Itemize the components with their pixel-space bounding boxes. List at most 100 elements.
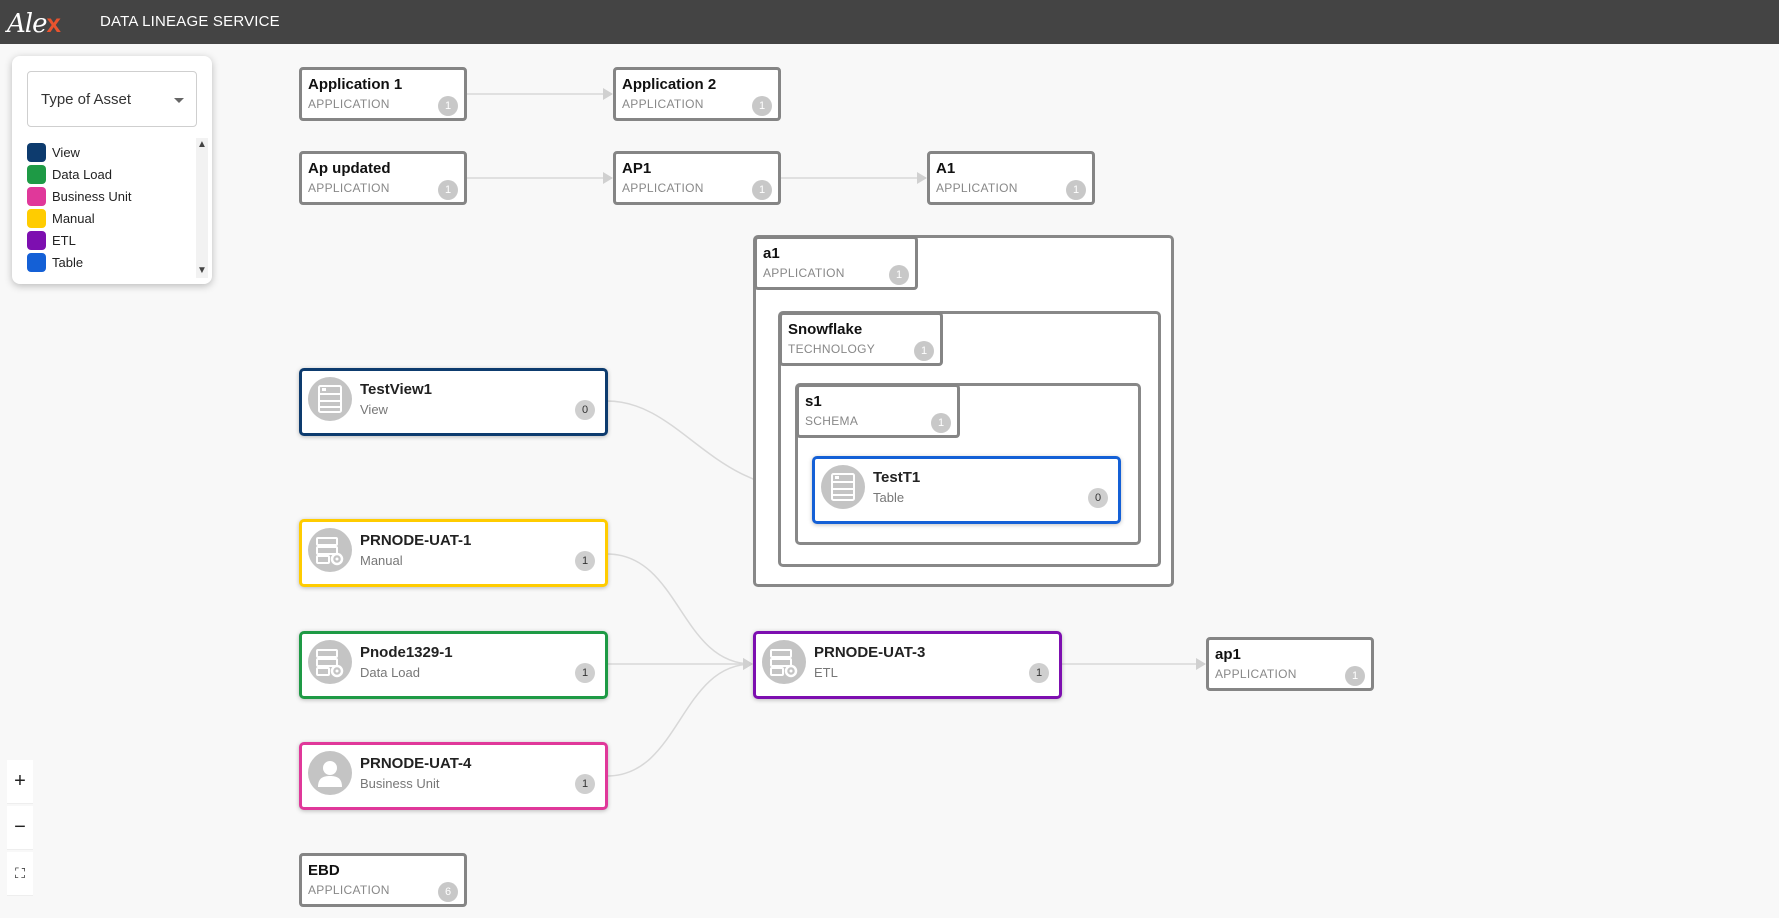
count-badge: 1 [752, 96, 772, 116]
legend-label: Manual [52, 211, 95, 226]
asset-title: PRNODE-UAT-4 [360, 755, 472, 772]
legend-item-manual[interactable]: Manual [27, 208, 187, 230]
server-gear-icon [762, 640, 806, 684]
legend-swatch [27, 187, 46, 206]
legend-label: View [52, 145, 80, 160]
legend-item-data-load[interactable]: Data Load [27, 164, 187, 186]
asset-title: PRNODE-UAT-1 [360, 532, 472, 549]
asset-prnode-uat-3[interactable]: PRNODE-UAT-3 ETL 1 [753, 631, 1062, 699]
legend-swatch [27, 231, 46, 250]
node-ebd[interactable]: EBD APPLICATION 6 [299, 853, 467, 907]
node-title: Application 2 [622, 76, 717, 93]
asset-type-legend: Type of Asset View Data Load Business Un… [12, 56, 212, 284]
asset-type: Business Unit [360, 776, 440, 791]
fit-screen-button[interactable]: ⛶ [7, 852, 33, 896]
node-type: APPLICATION [622, 97, 704, 111]
legend-label: Data Load [52, 167, 112, 182]
asset-prnode-uat-4[interactable]: PRNODE-UAT-4 Business Unit 1 [299, 742, 608, 810]
legend-list: View Data Load Business Unit Manual ETL … [27, 142, 187, 274]
app-title: DATA LINEAGE SERVICE [100, 13, 280, 30]
legend-label: ETL [52, 233, 76, 248]
legend-swatch [27, 165, 46, 184]
asset-title: Pnode1329-1 [360, 644, 453, 661]
node-title: a1 [763, 245, 780, 262]
legend-swatch [27, 253, 46, 272]
server-gear-icon [308, 640, 352, 684]
node-application-1[interactable]: Application 1 APPLICATION 1 [299, 67, 467, 121]
count-badge: 1 [438, 180, 458, 200]
count-badge: 1 [575, 774, 595, 794]
asset-type: Table [873, 490, 905, 505]
node-ap-updated[interactable]: Ap updated APPLICATION 1 [299, 151, 467, 205]
asset-testview1[interactable]: TestView1 View 0 [299, 368, 608, 436]
count-badge: 1 [889, 265, 909, 285]
node-title: EBD [308, 862, 340, 879]
node-AP1[interactable]: AP1 APPLICATION 1 [613, 151, 781, 205]
table-icon [821, 465, 865, 509]
asset-testt1[interactable]: TestT1 Table 0 [812, 456, 1121, 524]
asset-type: ETL [814, 665, 838, 680]
asset-title: PRNODE-UAT-3 [814, 644, 926, 661]
logo-text: Ale [7, 9, 47, 39]
asset-type: Data Load [360, 665, 420, 680]
zoom-controls: + − ⛶ [7, 760, 33, 902]
count-badge: 0 [575, 400, 595, 420]
node-title: ap1 [1215, 646, 1241, 663]
zoom-in-button[interactable]: + [7, 760, 33, 804]
chevron-up-icon[interactable]: ▲ [196, 138, 208, 152]
legend-label: Business Unit [52, 189, 132, 204]
legend-item-view[interactable]: View [27, 142, 187, 164]
node-ap1[interactable]: ap1 APPLICATION 1 [1206, 637, 1374, 691]
node-title: Application 1 [308, 76, 403, 93]
node-type: TECHNOLOGY [788, 342, 876, 356]
legend-label: Table [52, 255, 84, 270]
chevron-down-icon[interactable]: ▼ [196, 264, 208, 278]
legend-swatch [27, 209, 46, 228]
count-badge: 0 [1088, 488, 1108, 508]
asset-title: TestView1 [360, 381, 432, 398]
count-badge: 1 [1029, 663, 1049, 683]
asset-pnode1329-1[interactable]: Pnode1329-1 Data Load 1 [299, 631, 608, 699]
node-a1[interactable]: a1 APPLICATION 1 [754, 236, 918, 290]
table-icon [308, 377, 352, 421]
node-title: AP1 [622, 160, 652, 177]
node-type: SCHEMA [805, 414, 859, 428]
legend-scrollbar[interactable]: ▲ ▼ [196, 138, 208, 278]
count-badge: 1 [575, 663, 595, 683]
node-application-2[interactable]: Application 2 APPLICATION 1 [613, 67, 781, 121]
count-badge: 1 [914, 341, 934, 361]
edge-prnode4-prnode3 [606, 658, 753, 777]
asset-type: View [360, 402, 388, 417]
node-type: APPLICATION [308, 181, 390, 195]
asset-title: TestT1 [873, 469, 921, 486]
top-bar: Alex DATA LINEAGE SERVICE [0, 0, 1779, 44]
node-type: APPLICATION [622, 181, 704, 195]
legend-item-table[interactable]: Table [27, 252, 187, 274]
node-A1[interactable]: A1 APPLICATION 1 [927, 151, 1095, 205]
asset-type-select[interactable]: Type of Asset [27, 71, 197, 127]
logo-accent: x [46, 8, 61, 38]
node-type: APPLICATION [763, 266, 845, 280]
count-badge: 1 [1345, 666, 1365, 686]
chevron-down-icon [174, 98, 184, 103]
count-badge: 1 [575, 551, 595, 571]
node-snowflake[interactable]: Snowflake TECHNOLOGY 1 [779, 312, 943, 366]
alex-logo[interactable]: Alex [7, 8, 61, 39]
asset-prnode-uat-1[interactable]: PRNODE-UAT-1 Manual 1 [299, 519, 608, 587]
server-gear-icon [308, 528, 352, 572]
node-title: s1 [805, 393, 822, 410]
asset-type-select-label: Type of Asset [41, 91, 132, 108]
node-type: APPLICATION [308, 97, 390, 111]
count-badge: 1 [931, 413, 951, 433]
asset-type: Manual [360, 553, 403, 568]
legend-swatch [27, 143, 46, 162]
node-s1[interactable]: s1 SCHEMA 1 [796, 384, 960, 438]
node-type: APPLICATION [1215, 667, 1297, 681]
count-badge: 1 [1066, 180, 1086, 200]
node-title: A1 [936, 160, 956, 177]
user-icon [308, 751, 352, 795]
legend-item-business-unit[interactable]: Business Unit [27, 186, 187, 208]
node-title: Ap updated [308, 160, 391, 177]
zoom-out-button[interactable]: − [7, 806, 33, 850]
legend-item-etl[interactable]: ETL [27, 230, 187, 252]
